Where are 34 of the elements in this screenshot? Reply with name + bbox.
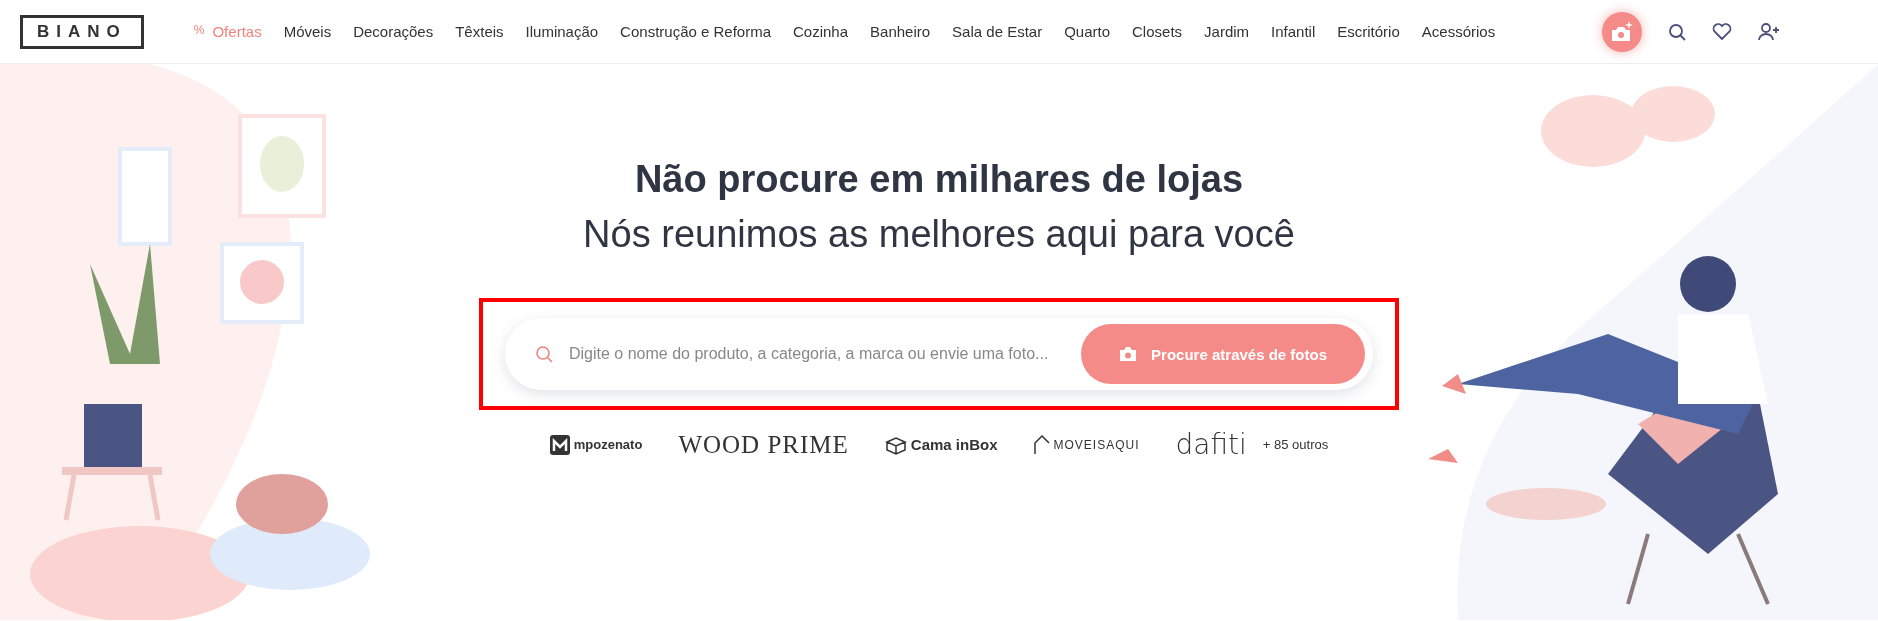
nav-link[interactable]: Infantil — [1271, 23, 1316, 40]
nav-link[interactable]: Móveis — [283, 23, 332, 40]
more-brands-count: + 85 outros — [1262, 437, 1329, 452]
nav-link[interactable]: Decorações — [353, 23, 434, 40]
brand-name: MOVEISAQUI — [1053, 437, 1140, 452]
heart-icon[interactable] — [1712, 22, 1732, 41]
nav-link[interactable]: Construção e Reforma — [620, 23, 771, 40]
add-user-icon[interactable] — [1758, 22, 1780, 41]
nav-link[interactable]: Quarto — [1064, 23, 1111, 40]
nav-link[interactable]: Iluminação — [525, 23, 599, 40]
nav-label: Ofertas — [212, 23, 262, 40]
nav-link[interactable]: Jardim — [1204, 23, 1250, 40]
box-icon — [884, 434, 907, 455]
biano-logo[interactable]: BIANO — [20, 14, 144, 49]
brand-name: Cama inBox — [910, 436, 998, 453]
nav-link[interactable]: Banheiro — [870, 23, 931, 40]
brand-mark-icon — [549, 434, 570, 455]
search-icon[interactable] — [1668, 22, 1686, 41]
nav-link[interactable]: Cozinha — [793, 23, 849, 40]
nav-link[interactable]: Sala de Estar — [952, 23, 1043, 40]
nav-link[interactable]: Têxteis — [455, 23, 504, 40]
brand-name: mpozenato — [573, 437, 643, 452]
house-icon — [1033, 434, 1050, 455]
brand-logo: WOOD PRIME — [678, 430, 849, 459]
percent-icon: % — [193, 23, 205, 40]
hero-title: Não procure em milhares de lojas — [634, 158, 1244, 201]
camera-icon — [1609, 19, 1635, 44]
nav-link[interactable]: Closets — [1132, 23, 1183, 40]
brand-logo: dafiti — [1175, 428, 1247, 461]
nav-link[interactable]: Escritório — [1337, 23, 1400, 40]
camera-icon — [1119, 346, 1138, 362]
nav-link[interactable]: Acessórios — [1421, 23, 1496, 40]
search-icon — [535, 345, 553, 363]
hero-subtitle: Nós reunimos as melhores aqui para você — [583, 213, 1295, 256]
